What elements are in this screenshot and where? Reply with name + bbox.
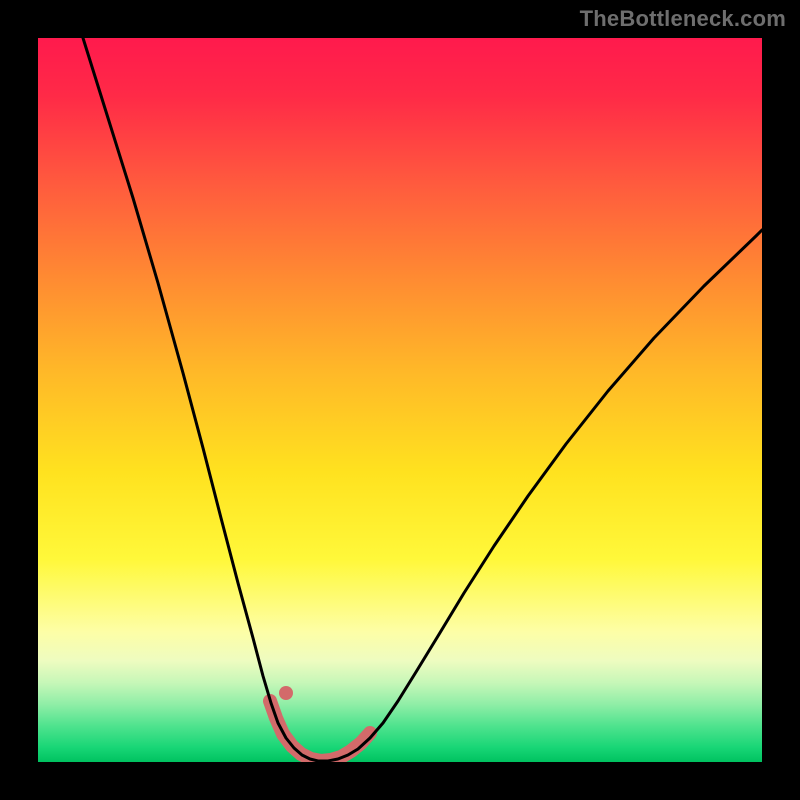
watermark-text: TheBottleneck.com	[580, 6, 786, 32]
dip-dot	[279, 686, 293, 700]
chart-svg	[38, 38, 762, 762]
plot-area	[38, 38, 762, 762]
main-curve-line	[83, 38, 762, 761]
chart-frame: TheBottleneck.com	[0, 0, 800, 800]
